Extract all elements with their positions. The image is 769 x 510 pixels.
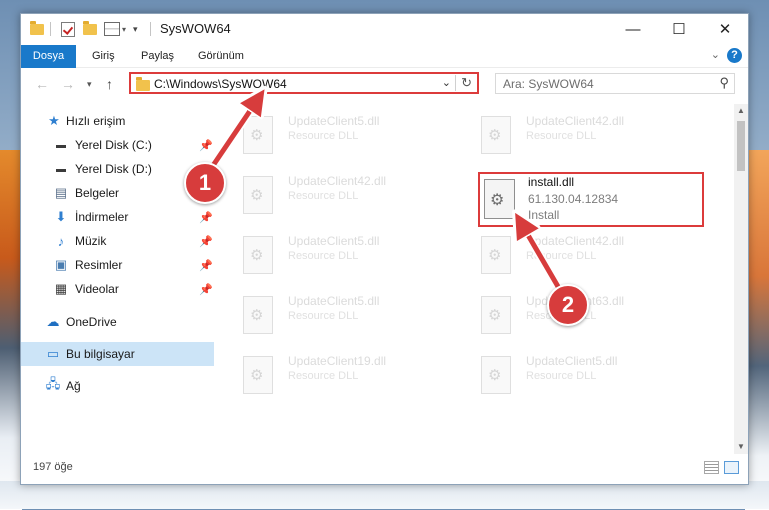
step-2-badge: 2	[547, 284, 589, 326]
step-1-badge: 1	[184, 162, 226, 204]
arrow-1	[207, 99, 258, 173]
arrow-2	[521, 223, 563, 293]
annotation-arrows	[205, 0, 565, 295]
